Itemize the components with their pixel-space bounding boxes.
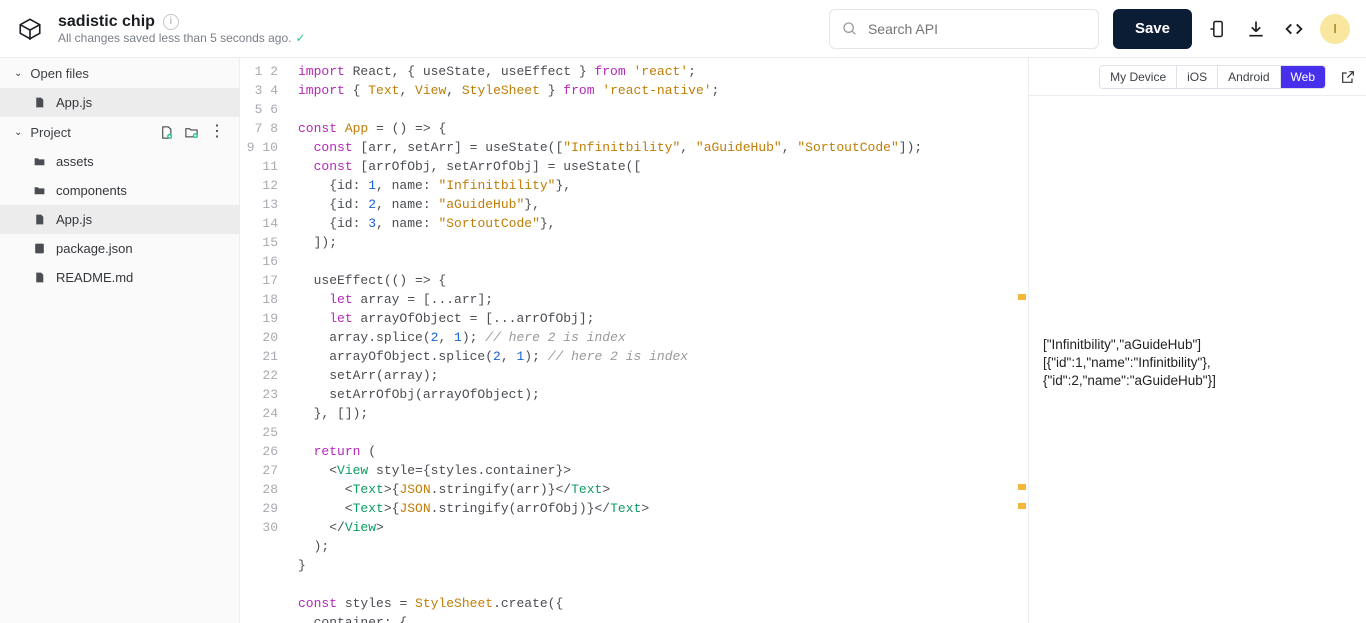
run-on-device-icon[interactable] [1206,17,1230,41]
more-icon[interactable]: ⋮ [209,124,225,140]
project-item[interactable]: README.md [0,263,239,292]
save-button[interactable]: Save [1113,9,1192,49]
search-icon [842,21,858,37]
warning-marker[interactable] [1018,503,1026,509]
json-file-icon [32,242,46,256]
header: sadistic chip i All changes saved less t… [0,0,1366,58]
device-tabs: My DeviceiOSAndroidWeb [1099,65,1326,89]
open-files-header[interactable]: ⌄ Open files [0,58,239,88]
device-tab-android[interactable]: Android [1217,66,1279,88]
js-file-icon [32,213,46,227]
project-item[interactable]: App.js [0,205,239,234]
project-header[interactable]: ⌄ Project ⋮ [0,117,239,147]
marker-bar [1016,58,1028,623]
file-label: components [56,183,127,198]
chevron-down-icon: ⌄ [14,68,22,79]
new-file-icon[interactable] [159,125,174,140]
avatar[interactable]: I [1320,14,1350,44]
project-item[interactable]: package.json [0,234,239,263]
preview-panel: My DeviceiOSAndroidWeb ["Infinitbility",… [1028,58,1366,623]
output-line: [{"id":1,"name":"Infinitbility"}, [1043,354,1352,372]
device-tab-my-device[interactable]: My Device [1100,66,1176,88]
chevron-down-icon: ⌄ [14,127,22,138]
expo-logo-icon[interactable] [16,15,44,43]
popout-icon[interactable] [1336,69,1356,85]
file-label: assets [56,154,94,169]
folder-icon [32,155,46,169]
logo-area: sadistic chip i All changes saved less t… [16,13,306,45]
js-file-icon [32,96,46,110]
md-file-icon [32,271,46,285]
warning-marker[interactable] [1018,484,1026,490]
embed-icon[interactable] [1282,17,1306,41]
new-folder-icon[interactable] [184,125,199,140]
download-icon[interactable] [1244,17,1268,41]
project-title[interactable]: sadistic chip [58,13,155,31]
output-line: ["Infinitbility","aGuideHub"] [1043,336,1352,354]
project-item[interactable]: components [0,176,239,205]
search-input[interactable] [829,9,1099,49]
warning-marker[interactable] [1018,294,1026,300]
info-icon[interactable]: i [163,14,179,30]
open-file-item[interactable]: App.js [0,88,239,117]
project-item[interactable]: assets [0,147,239,176]
file-label: App.js [56,212,92,227]
check-icon: ✓ [295,31,305,45]
sidebar: ⌄ Open files App.js ⌄ Project ⋮ assets co… [0,58,240,623]
line-gutter: 1 2 3 4 5 6 7 8 9 10 11 12 13 14 15 16 1… [240,58,288,623]
device-tab-ios[interactable]: iOS [1176,66,1217,88]
device-tab-web[interactable]: Web [1280,66,1325,88]
file-label: package.json [56,241,133,256]
code-editor[interactable]: 1 2 3 4 5 6 7 8 9 10 11 12 13 14 15 16 1… [240,58,1028,623]
preview-output: ["Infinitbility","aGuideHub"][{"id":1,"n… [1029,96,1366,623]
folder-icon [32,184,46,198]
output-line: {"id":2,"name":"aGuideHub"}] [1043,372,1352,390]
file-label: App.js [56,95,92,110]
file-label: README.md [56,270,133,285]
save-status: All changes saved less than 5 seconds ag… [58,31,306,45]
